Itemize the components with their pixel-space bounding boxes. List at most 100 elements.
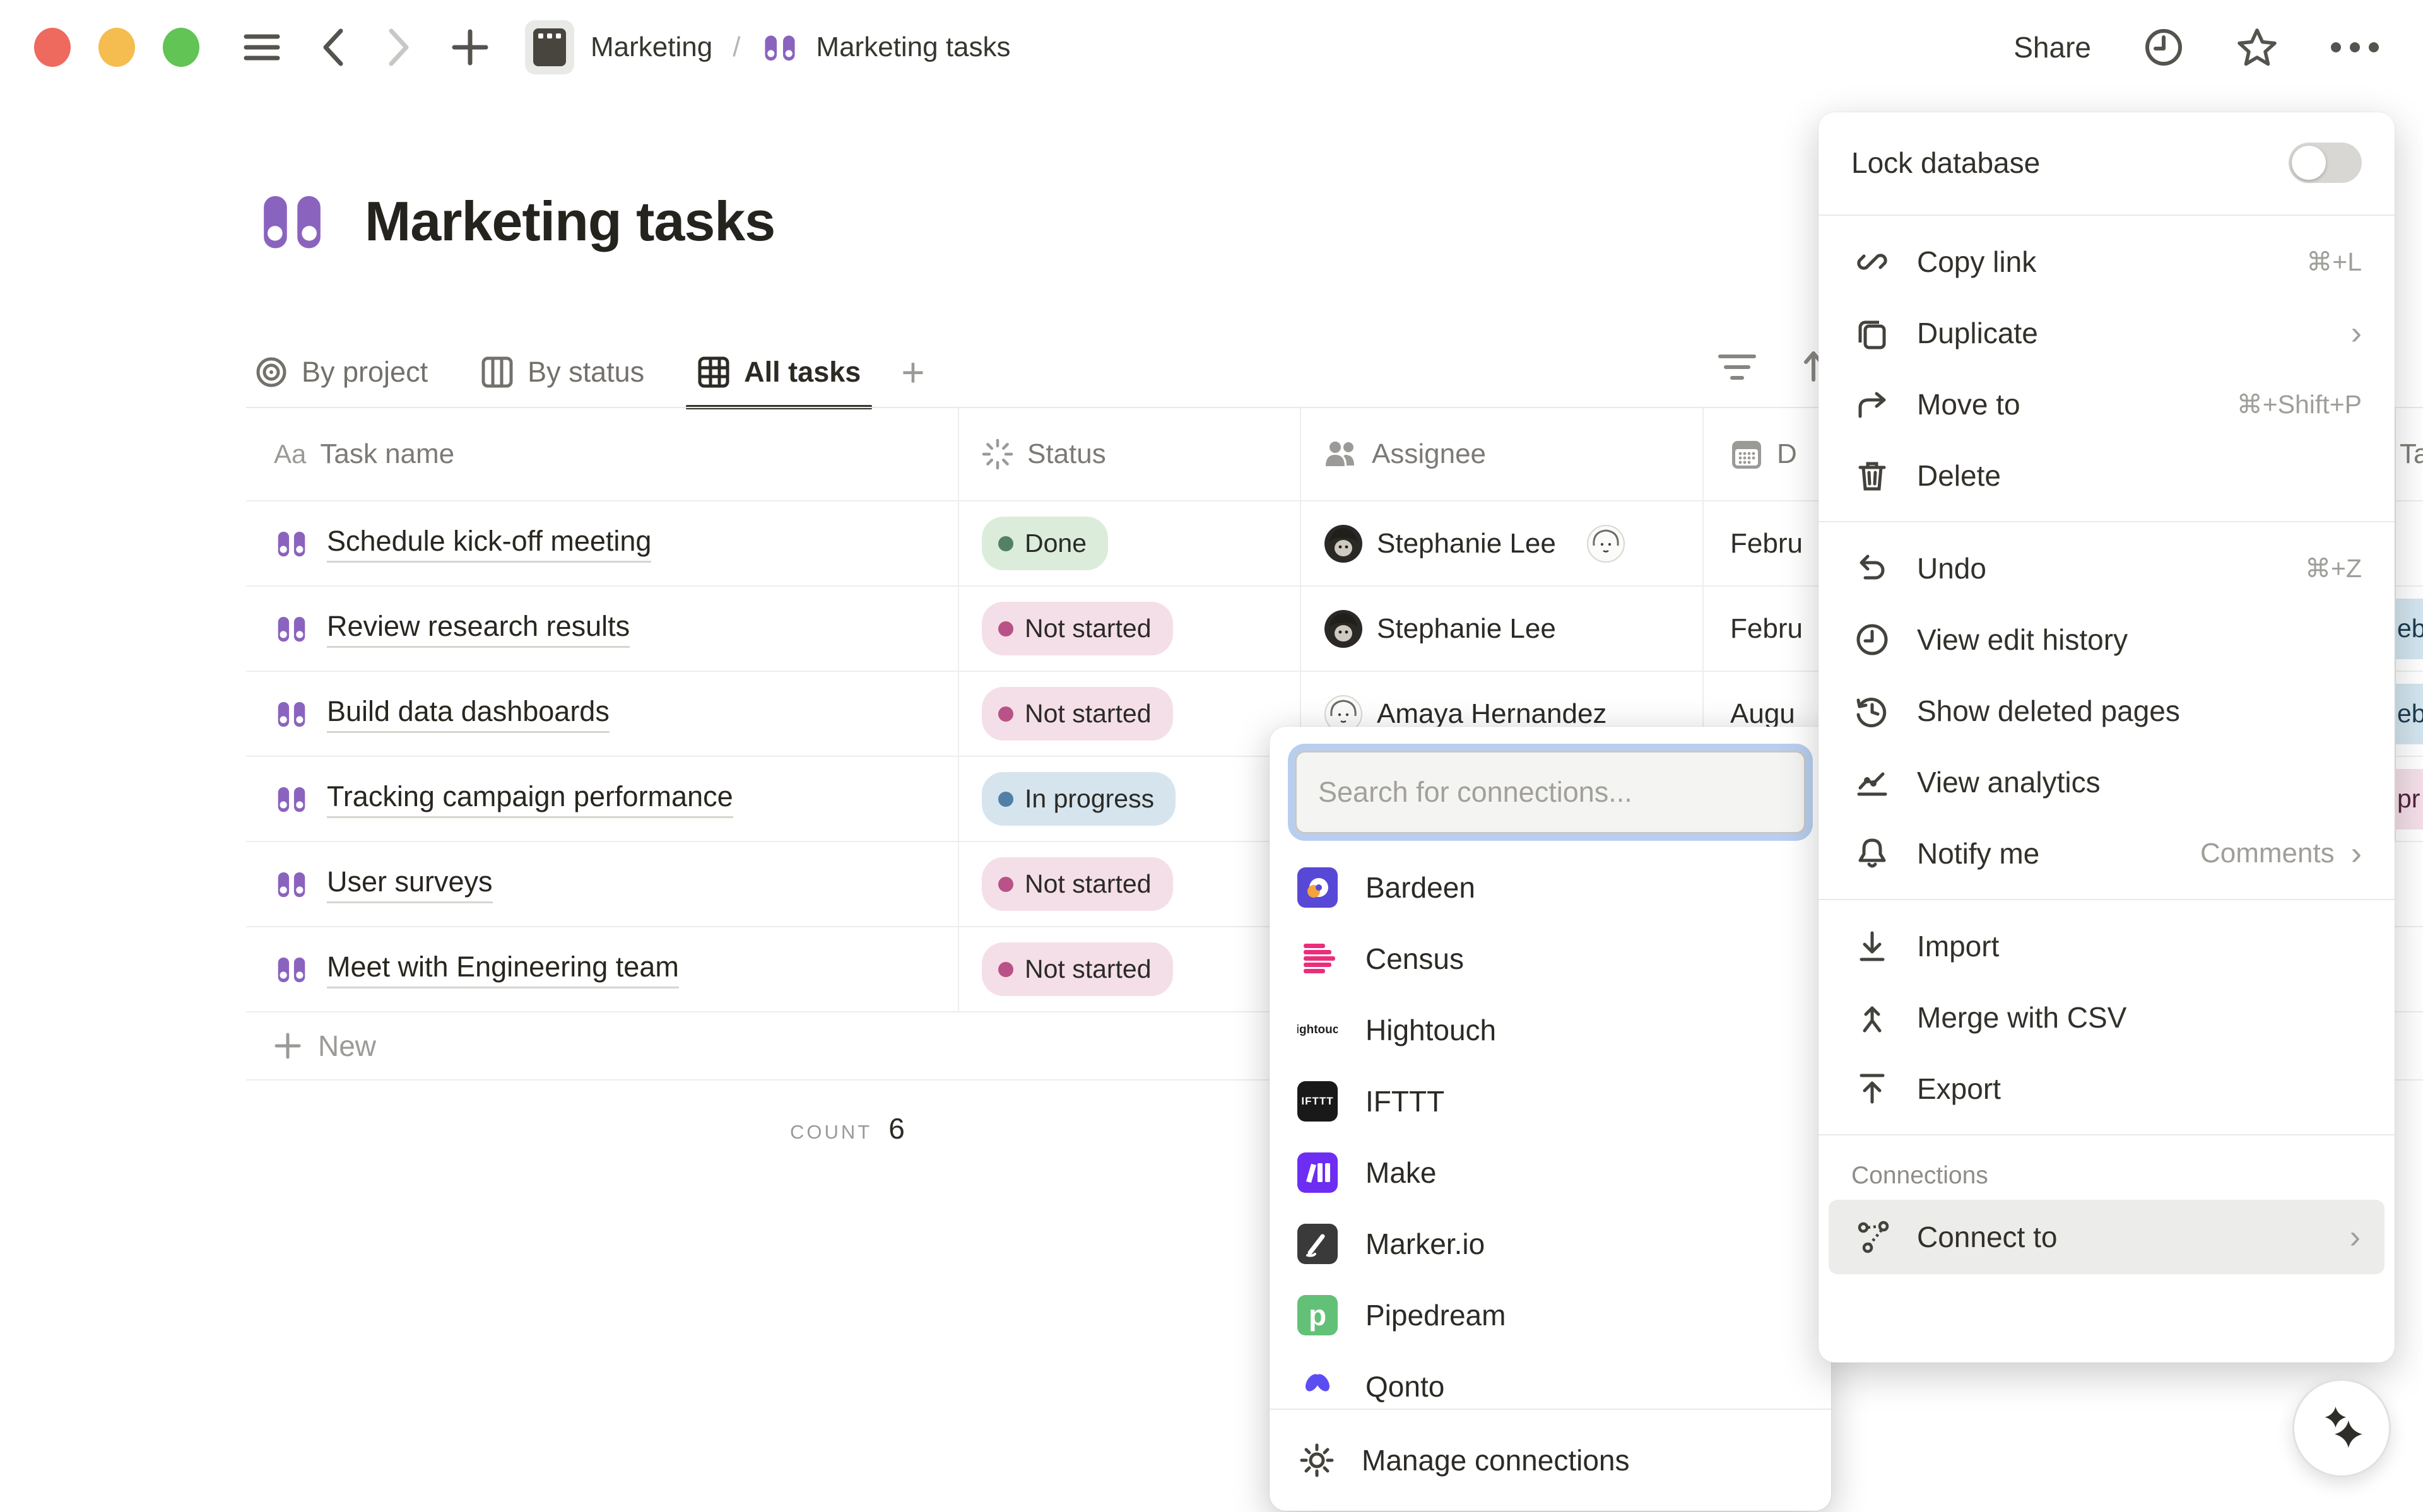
status-badge[interactable]: Not started xyxy=(982,942,1173,996)
task-binoculars-icon xyxy=(274,526,309,561)
export-item[interactable]: Export xyxy=(1819,1053,2395,1124)
count-label: COUNT xyxy=(790,1121,872,1144)
people-property-icon xyxy=(1324,440,1358,469)
date-cell[interactable]: Augu xyxy=(1730,698,1795,730)
chevron-right-icon: › xyxy=(2350,1218,2361,1256)
assignee-cell[interactable]: Stephanie Lee xyxy=(1324,609,1556,648)
avatar xyxy=(1324,524,1363,563)
status-badge[interactable]: In progress xyxy=(982,772,1176,826)
task-binoculars-icon xyxy=(274,952,309,987)
column-header-status[interactable]: Status xyxy=(1027,438,1106,470)
tab-by-project[interactable]: By project xyxy=(255,339,428,405)
pill-fragment: eb xyxy=(2396,599,2423,659)
minimize-window-button[interactable] xyxy=(98,28,135,67)
connection-item[interactable]: p Pipedream xyxy=(1270,1279,1831,1351)
page-title[interactable]: Marketing tasks xyxy=(365,189,775,254)
column-header-task-name[interactable]: Task name xyxy=(320,438,454,470)
pill-fragment: pr xyxy=(2396,769,2423,829)
task-name[interactable]: Build data dashboards xyxy=(327,695,610,733)
date-property-icon xyxy=(1730,438,1763,471)
breadcrumb: Marketing / Marketing tasks xyxy=(525,20,1011,74)
column-header-assignee[interactable]: Assignee xyxy=(1372,438,1486,470)
task-name[interactable]: Meet with Engineering team xyxy=(327,951,679,988)
connection-item[interactable]: Census xyxy=(1270,923,1831,994)
task-name[interactable]: Schedule kick-off meeting xyxy=(327,525,651,563)
tab-all-tasks[interactable]: All tasks xyxy=(697,339,861,405)
connection-item[interactable]: hightouch Hightouch xyxy=(1270,994,1831,1065)
connection-item[interactable]: Make xyxy=(1270,1137,1831,1208)
text-property-icon: Aa xyxy=(274,439,306,469)
lock-database-toggle[interactable] xyxy=(2289,143,2362,183)
connections-search-input[interactable] xyxy=(1295,751,1806,834)
task-name[interactable]: Tracking campaign performance xyxy=(327,780,733,818)
more-options-icon[interactable] xyxy=(2331,42,2379,52)
status-badge[interactable]: Not started xyxy=(982,602,1173,655)
notify-me-item[interactable]: Notify me Comments› xyxy=(1819,818,2395,889)
status-property-icon xyxy=(982,438,1013,470)
move-to-icon xyxy=(1851,386,1893,423)
date-cell[interactable]: Febru xyxy=(1730,613,1803,645)
view-edit-history-item[interactable]: View edit history xyxy=(1819,604,2395,675)
task-binoculars-icon xyxy=(274,611,309,647)
table-edge-strip: Ta eb eb pr xyxy=(2395,408,2423,842)
view-analytics-item[interactable]: View analytics xyxy=(1819,746,2395,818)
delete-item[interactable]: Delete xyxy=(1819,440,2395,511)
zoom-window-button[interactable] xyxy=(163,28,199,67)
manage-connections-button[interactable]: Manage connections xyxy=(1270,1409,1831,1511)
avatar xyxy=(1324,609,1363,648)
new-page-icon[interactable] xyxy=(452,29,488,66)
import-item[interactable]: Import xyxy=(1819,910,2395,982)
add-view-icon[interactable]: + xyxy=(901,339,924,405)
connection-item[interactable]: Qonto xyxy=(1270,1351,1831,1409)
share-button[interactable]: Share xyxy=(2013,30,2091,64)
forward-icon[interactable] xyxy=(386,27,411,67)
connections-popup: Bardeen Census hightouch Hightouch IFTTT… xyxy=(1270,727,1831,1511)
copy-link-item[interactable]: Copy link ⌘+L xyxy=(1819,226,2395,297)
hightouch-icon: hightouch xyxy=(1297,1010,1338,1050)
move-to-item[interactable]: Move to ⌘+Shift+P xyxy=(1819,368,2395,440)
connection-item[interactable]: Marker.io xyxy=(1270,1208,1831,1279)
tab-by-status[interactable]: By status xyxy=(481,339,644,405)
connect-nodes-icon xyxy=(1853,1219,1894,1255)
notion-ai-button[interactable] xyxy=(2292,1379,2391,1477)
assignee-cell[interactable]: Stephanie Lee xyxy=(1324,524,1625,563)
status-badge[interactable]: Not started xyxy=(982,857,1173,911)
show-deleted-pages-item[interactable]: Show deleted pages xyxy=(1819,675,2395,746)
back-icon[interactable] xyxy=(321,27,346,67)
task-name[interactable]: User surveys xyxy=(327,865,493,903)
status-badge[interactable]: Not started xyxy=(982,687,1173,741)
sidebar-menu-icon[interactable] xyxy=(244,32,280,63)
undo-item[interactable]: Undo ⌘+Z xyxy=(1819,532,2395,604)
column-header-date[interactable]: D xyxy=(1777,438,1797,470)
date-cell[interactable]: Febru xyxy=(1730,528,1803,560)
updates-clock-icon[interactable] xyxy=(2144,28,2183,67)
chevron-right-icon: › xyxy=(2351,835,2362,872)
connect-to-item[interactable]: Connect to › xyxy=(1829,1200,2385,1274)
restore-clock-icon xyxy=(1851,693,1893,729)
pill-fragment: eb xyxy=(2396,684,2423,744)
undo-icon xyxy=(1851,550,1893,587)
bell-icon xyxy=(1851,835,1893,872)
page-binoculars-icon[interactable] xyxy=(255,184,329,259)
census-icon xyxy=(1297,939,1338,979)
menu-divider xyxy=(1819,214,2395,216)
duplicate-item[interactable]: Duplicate › xyxy=(1819,297,2395,368)
export-icon xyxy=(1851,1070,1893,1107)
merge-with-csv-item[interactable]: Merge with CSV xyxy=(1819,982,2395,1053)
count-summary[interactable]: COUNT 6 xyxy=(790,1111,905,1146)
favorite-star-icon[interactable] xyxy=(2236,27,2278,67)
qonto-icon xyxy=(1297,1366,1338,1407)
window-controls xyxy=(34,28,199,67)
breadcrumb-current[interactable]: Marketing tasks xyxy=(816,32,1010,63)
status-badge[interactable]: Done xyxy=(982,517,1108,570)
workspace-icon[interactable] xyxy=(525,20,574,74)
analytics-chart-icon xyxy=(1851,764,1893,800)
menu-divider xyxy=(1819,521,2395,522)
lock-database-row[interactable]: Lock database xyxy=(1819,121,2395,204)
connection-item[interactable]: IFTTT IFTTT xyxy=(1270,1065,1831,1137)
close-window-button[interactable] xyxy=(34,28,71,67)
breadcrumb-parent[interactable]: Marketing xyxy=(591,32,712,63)
filter-icon[interactable] xyxy=(1718,349,1757,385)
connection-item[interactable]: Bardeen xyxy=(1270,852,1831,923)
task-name[interactable]: Review research results xyxy=(327,610,630,648)
